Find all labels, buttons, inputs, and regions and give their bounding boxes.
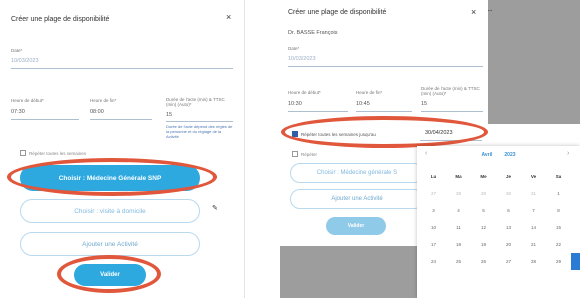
- add-activity-button[interactable]: Ajouter une Activité: [20, 232, 200, 256]
- calendar-day[interactable]: 8: [546, 202, 571, 219]
- start-time-underline: [288, 111, 348, 112]
- calendar-day[interactable]: 22: [546, 236, 571, 253]
- weekday-header: Je: [505, 174, 511, 179]
- calendar-day[interactable]: 18: [446, 236, 471, 253]
- date-picker: ‹ Avril2023 › LuMaMeJeVeSaDi272829303112…: [417, 146, 580, 298]
- calendar-day[interactable]: 23: [571, 236, 580, 253]
- weekday-header: Sa: [555, 174, 562, 179]
- calendar-day[interactable]: 20: [496, 236, 521, 253]
- calendar-day[interactable]: 24: [421, 253, 446, 270]
- backdrop-text: ...: [488, 7, 493, 13]
- create-slot-modal-right: ... Créer une plage de disponibilité × D…: [280, 0, 580, 298]
- repeat-checkbox-label: Répéter toutes les semaines: [29, 151, 87, 156]
- close-icon[interactable]: ×: [226, 13, 231, 22]
- date-underline: [11, 68, 233, 69]
- calendar-day[interactable]: 3: [421, 202, 446, 219]
- second-checkbox-label: Répéter: [301, 152, 318, 157]
- duration-field[interactable]: 15: [421, 101, 427, 107]
- calendar-day[interactable]: 29: [471, 185, 496, 202]
- duration-underline: [166, 121, 233, 122]
- end-time-underline: [90, 119, 152, 120]
- weekday-header: Me: [480, 174, 487, 179]
- repeat-checkbox[interactable]: [20, 150, 26, 156]
- calendar-day[interactable]: 27: [496, 253, 521, 270]
- calendar-day[interactable]: 10: [421, 219, 446, 236]
- duration-note: Durée de l'acte dépend des règles de la …: [166, 124, 233, 139]
- end-time-underline: [356, 111, 412, 112]
- weekday-header: Ve: [530, 174, 537, 179]
- chevron-right-icon[interactable]: ›: [567, 150, 569, 157]
- modal-title: Créer une plage de disponibilité: [288, 9, 387, 16]
- weekday-header: Lu: [430, 174, 437, 179]
- duration-field[interactable]: 15: [166, 112, 172, 118]
- calendar-day[interactable]: 17: [421, 236, 446, 253]
- year-label[interactable]: 2023: [504, 152, 515, 158]
- end-time-label: Heure de fin*: [356, 90, 383, 95]
- calendar-day[interactable]: 13: [496, 219, 521, 236]
- date-underline: [288, 66, 483, 67]
- second-checkbox[interactable]: [292, 151, 298, 157]
- highlight-ring-repeat: [281, 116, 488, 148]
- weekday-header: Di: [571, 168, 580, 185]
- calendar-day[interactable]: 6: [496, 202, 521, 219]
- calendar-day[interactable]: 12: [471, 219, 496, 236]
- calendar-day[interactable]: 4: [446, 202, 471, 219]
- calendar-day[interactable]: 16: [571, 219, 580, 236]
- calendar-day[interactable]: 9: [571, 202, 580, 219]
- duration-label: Durée de l'acte (min) & TTSC (min) (Auto…: [421, 86, 480, 97]
- pencil-icon[interactable]: ✎: [212, 204, 218, 212]
- calendar-day[interactable]: 15: [546, 219, 571, 236]
- create-slot-modal-left: Créer une plage de disponibilité × Date*…: [0, 0, 245, 298]
- calendar-day[interactable]: 28: [446, 185, 471, 202]
- start-time-label: Heure de début*: [11, 98, 44, 103]
- weekday-header: Ma: [455, 174, 462, 179]
- date-label: Date*: [11, 48, 23, 53]
- calendar-day[interactable]: 1: [546, 185, 571, 202]
- calendar-day[interactable]: 26: [471, 253, 496, 270]
- end-time-label: Heure de fin*: [90, 98, 117, 103]
- highlight-ring-validate: [57, 255, 161, 293]
- add-activity-button[interactable]: Ajouter une Activité: [290, 189, 424, 209]
- close-icon[interactable]: ×: [471, 8, 476, 17]
- end-time-field[interactable]: 08:00: [90, 109, 104, 115]
- modal-title: Créer une plage de disponibilité: [11, 16, 110, 23]
- start-time-field[interactable]: 07:30: [11, 109, 25, 115]
- date-label: Date*: [288, 46, 300, 51]
- calendar-day[interactable]: 21: [521, 236, 546, 253]
- date-field[interactable]: 10/03/2023: [288, 56, 316, 62]
- calendar-day[interactable]: 30: [571, 253, 580, 270]
- date-picker-header: ‹ Avril 2023 ›: [417, 146, 580, 164]
- calendar-day[interactable]: 5: [471, 202, 496, 219]
- month-year: Avril 2023: [417, 152, 580, 158]
- doctor-name: Dr. BASSE François: [288, 30, 338, 36]
- calendar-grid: LuMaMeJeVeSaDi27282930311234567891011121…: [421, 168, 580, 270]
- month-label[interactable]: Avril: [481, 152, 492, 158]
- calendar-day[interactable]: 11: [446, 219, 471, 236]
- highlight-ring-medecine: [7, 158, 217, 196]
- calendar-day[interactable]: 25: [446, 253, 471, 270]
- calendar-day[interactable]: 30: [496, 185, 521, 202]
- calendar-day[interactable]: 29: [546, 253, 571, 270]
- choose-domicile-button[interactable]: Choisir : visite à domicile: [20, 199, 200, 223]
- calendar-day[interactable]: 28: [521, 253, 546, 270]
- backdrop-overlay-bottom: [280, 246, 420, 298]
- duration-label: Durée de l'acte (min) & TTSC (min) (Auto…: [166, 97, 225, 108]
- start-time-field[interactable]: 10:30: [288, 101, 302, 107]
- calendar-day[interactable]: 27: [421, 185, 446, 202]
- end-time-field[interactable]: 10:45: [356, 101, 370, 107]
- calendar-day[interactable]: 19: [471, 236, 496, 253]
- backdrop-overlay: [488, 0, 580, 124]
- choose-medecine-button[interactable]: Choisir : Médecine générale S: [290, 163, 424, 183]
- calendar-day[interactable]: 7: [521, 202, 546, 219]
- start-time-label: Heure de début*: [288, 90, 321, 95]
- calendar-day[interactable]: 2: [571, 185, 580, 202]
- calendar-day[interactable]: 31: [521, 185, 546, 202]
- date-field[interactable]: 10/03/2023: [11, 58, 39, 64]
- start-time-underline: [11, 119, 79, 120]
- validate-button[interactable]: Valider: [326, 217, 386, 235]
- calendar-day[interactable]: 14: [521, 219, 546, 236]
- duration-underline: [421, 111, 483, 112]
